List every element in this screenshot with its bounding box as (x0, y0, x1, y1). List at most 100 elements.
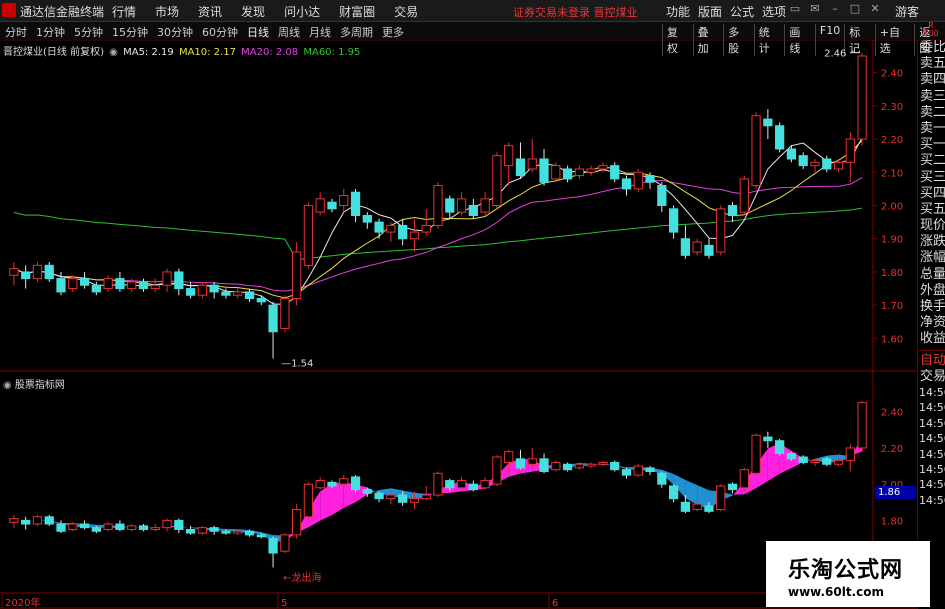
sub-candle-body (56, 523, 66, 532)
ma20-label: MA20: 2.08 (241, 47, 299, 58)
candle-body (339, 195, 349, 206)
x-tick-label: 5 (281, 598, 287, 609)
candle-body (515, 158, 526, 177)
kline-chart[interactable]: 1.60 1.70 1.80 1.90 2.00 2.10 2.20 2.30 2.40 1.80… (0, 0, 917, 609)
sub-y-tick-label: 2.20 (881, 444, 903, 455)
sub-candle-body (292, 509, 302, 536)
sub-y-tick-label: 2.40 (881, 408, 903, 419)
sub-candle-body (91, 527, 101, 532)
sub-candle-body (822, 458, 832, 465)
candle-body (221, 291, 231, 296)
sidebar-trade-time: 14:56 (919, 432, 945, 446)
sub-candle-body (327, 481, 337, 487)
candle-body (91, 284, 101, 293)
candle-body (468, 205, 478, 216)
sub-candle-body (562, 463, 573, 471)
sidebar-quote-field: 净资 (920, 315, 945, 331)
sidebar-quote-field: 卖二 (920, 104, 945, 120)
sidebar-trade-time: 14:56 (919, 462, 945, 476)
sub-candle-body (280, 534, 290, 552)
sub-candle-body (763, 436, 773, 442)
candle-body (315, 198, 325, 213)
sub-candle-body (268, 538, 278, 554)
y-tick-label: 1.60 (881, 334, 903, 345)
sub-candle-body (833, 460, 844, 465)
y-tick-label: 1.70 (881, 301, 903, 312)
candle-body (409, 231, 420, 240)
candle-body (21, 271, 31, 280)
candle-body (822, 158, 832, 170)
candle-body (244, 291, 255, 300)
candle-body (162, 271, 172, 286)
candle-body (739, 178, 749, 213)
candle-body (150, 284, 160, 290)
candle-body (9, 268, 19, 276)
sub-candle-body (704, 505, 714, 512)
candle-body (79, 278, 90, 286)
candle-body (574, 168, 584, 177)
candle-body (350, 191, 361, 216)
candle-body (292, 251, 302, 300)
candle-body (115, 278, 125, 290)
candle-body (727, 205, 738, 216)
candle-body (456, 198, 467, 213)
settings-icon[interactable]: ◉ (109, 47, 118, 58)
candle-body (327, 201, 337, 210)
candle-body (633, 171, 643, 190)
y-tick-label: 1.90 (881, 235, 903, 246)
sub-candle-body (256, 534, 266, 538)
sidebar-divider (918, 349, 945, 351)
sub-candle-body (739, 469, 749, 489)
sidebar-quote-field: 现价 (920, 218, 945, 234)
sub-candle-body (174, 519, 184, 530)
sidebar-quote-field: 卖三 (920, 88, 945, 104)
candle-body (103, 278, 113, 290)
candle-body (845, 138, 855, 163)
candle-body (56, 278, 66, 293)
sub-candle-body (551, 461, 561, 471)
sub-candle-body (633, 465, 643, 476)
candle-body (504, 145, 514, 167)
sub-candle-body (598, 461, 608, 465)
sub-candle-body (775, 440, 785, 454)
signal-label: ←龙出海 (283, 571, 321, 584)
sidebar-quote-field: 买二 (920, 153, 945, 169)
candle-body (798, 155, 808, 167)
sidebar-trade-field: 自动 (920, 352, 945, 368)
candle-body (810, 161, 820, 167)
candle-body (657, 185, 667, 206)
candle-body (445, 198, 455, 213)
sub-candle-body (468, 483, 478, 491)
sub-settings-icon[interactable]: ◉ (3, 380, 12, 391)
badge-line2: 500 (923, 29, 939, 38)
sub-candle-body (115, 523, 125, 530)
sub-candle-body (716, 485, 726, 511)
quote-sidebar: 委比 卖五 卖四 卖三 卖二 卖一 买一 买二 买三 买四 买五 现价 涨跌 涨幅 总量 外盘 换手 净资 收益 自动… (917, 40, 945, 609)
candle-body (786, 148, 797, 160)
sub-candle-body (398, 494, 408, 503)
sidebar-trade-time: 14:56 (919, 493, 945, 507)
sub-candle-body (185, 528, 196, 534)
candle-body (127, 281, 137, 290)
candle-body (398, 224, 408, 240)
candle-body (704, 244, 714, 256)
sub-candle-body (727, 483, 738, 491)
candle-body (386, 224, 396, 233)
sub-candle-body (668, 485, 679, 500)
low-label: —1.54 (281, 358, 313, 369)
sidebar-quote-field: 涨幅 (920, 250, 945, 266)
market-badge: R 500 (917, 22, 945, 40)
candle-body (645, 175, 655, 183)
candle-body (433, 185, 443, 226)
x-tick-label: 2020年 (5, 596, 40, 609)
candle-body (138, 281, 149, 290)
sidebar-quote-field: 委比 (920, 40, 945, 55)
candle-body (763, 118, 773, 127)
candle-body (598, 165, 608, 170)
ma60-label: MA60: 1.95 (303, 47, 361, 58)
sub-candle-body (233, 530, 243, 534)
candle-body (751, 115, 761, 187)
sub-candle-body (810, 460, 820, 463)
sub-candle-body (68, 523, 78, 530)
sub-candle-body (32, 516, 43, 525)
